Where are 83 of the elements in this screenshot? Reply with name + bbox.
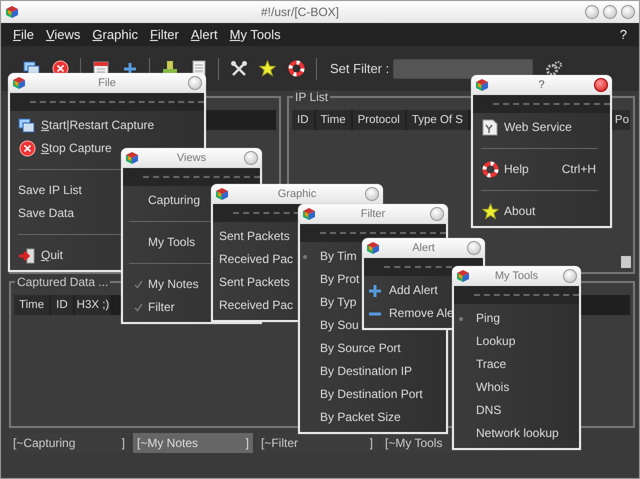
star-icon	[259, 60, 276, 77]
menu-item[interactable]: Help Ctrl+H	[481, 158, 598, 181]
menu-item[interactable]: ?	[614, 27, 633, 42]
window-title: Alert	[411, 242, 436, 254]
filter-input[interactable]	[393, 58, 534, 78]
menu-item[interactable]: By Tim	[314, 245, 359, 268]
menu-item[interactable]: Capturing	[129, 189, 202, 212]
menu-item[interactable]: Sent Packets	[219, 271, 292, 294]
cube-icon	[456, 269, 470, 283]
menu-item[interactable]: About	[481, 200, 538, 223]
help-icon	[482, 161, 498, 178]
menu-item[interactable]: Start|Restart Capture	[18, 114, 156, 137]
menu-item[interactable]: Trace	[470, 353, 508, 376]
menu-item[interactable]: My Notes	[129, 273, 201, 296]
menu-item[interactable]: Alert	[184, 27, 224, 42]
menu-item[interactable]: Save IP List	[18, 179, 84, 202]
window-title: My Tools	[494, 270, 540, 282]
column-header[interactable]: Type Of S	[406, 110, 468, 130]
capture-screens-icon	[18, 118, 36, 134]
plus-icon	[122, 62, 136, 76]
gear-icon	[545, 60, 564, 78]
stop-icon	[18, 140, 36, 157]
column-header[interactable]: Po	[612, 110, 630, 130]
menu-item[interactable]: Web Service	[481, 116, 574, 139]
cube-icon	[125, 151, 139, 165]
column-header[interactable]: ID	[51, 295, 73, 315]
menu-item[interactable]: Sent Packets	[219, 225, 292, 248]
star-icon	[482, 203, 498, 220]
menu-item[interactable]: By Packet Size	[314, 406, 403, 429]
cube-icon	[302, 207, 316, 221]
window-title: #!/usr/[C-BOX]	[260, 5, 340, 19]
menu-item[interactable]: By Sou	[314, 314, 361, 337]
window-title: Views	[176, 152, 208, 164]
menu-item[interactable]: Lookup	[470, 330, 518, 353]
menu-item[interactable]: By Source Port	[314, 337, 403, 360]
menu-item[interactable]: By Destination IP	[314, 360, 414, 383]
cube-icon	[5, 5, 19, 19]
window-title: Filter	[360, 208, 386, 220]
column-header[interactable]: Protocol	[352, 110, 405, 130]
close-button[interactable]	[594, 78, 608, 92]
plus-icon	[368, 284, 382, 298]
column-header[interactable]: Time	[14, 295, 50, 315]
menu-item[interactable]: Stop Capture	[18, 137, 114, 160]
status-field[interactable]: [~My Notes ]	[133, 433, 253, 453]
menu-item[interactable]: File	[7, 27, 40, 42]
help-icon	[288, 60, 305, 77]
panel-title: Captured Data ...	[15, 275, 110, 289]
column-header[interactable]: ID	[292, 110, 314, 130]
filter-label: Set Filter :	[330, 61, 390, 76]
exit-door-icon	[18, 248, 36, 264]
menu-item[interactable]: By Prot	[314, 268, 362, 291]
tools-icon	[230, 60, 248, 78]
minimize-button[interactable]	[585, 5, 599, 19]
menu-item[interactable]: Add Alert	[366, 279, 440, 302]
menu-item[interactable]: Graphic	[86, 27, 144, 42]
shortcut-label: Ctrl+H	[560, 161, 596, 178]
column-header[interactable]: H3X ;)	[74, 295, 110, 315]
window-title: ?	[537, 79, 546, 91]
cube-icon	[475, 78, 489, 92]
maximize-button[interactable]	[603, 5, 617, 19]
cube-icon	[366, 241, 380, 255]
menu-item[interactable]: Filter	[144, 27, 185, 42]
window-title: File	[97, 77, 117, 89]
menu-item[interactable]: Whois	[470, 376, 512, 399]
cube-icon	[12, 76, 26, 90]
cube-icon	[215, 187, 229, 201]
menu-item[interactable]: My Tools	[129, 231, 198, 254]
menu-item[interactable]: Ping	[470, 307, 502, 330]
menu-item[interactable]: DNS	[470, 399, 504, 422]
menu-item[interactable]: Save Data	[18, 202, 76, 225]
panel-title: IP List	[293, 90, 330, 104]
menu-item[interactable]: Filter	[129, 296, 177, 319]
toolbar-button[interactable]	[545, 60, 564, 78]
menu-item[interactable]: Quit	[18, 244, 66, 267]
menu-item[interactable]: Received Pac	[219, 248, 296, 271]
menu-item[interactable]: Views	[40, 27, 86, 42]
document-icon	[482, 119, 498, 136]
column-header[interactable]: Time	[316, 110, 351, 130]
menu-item[interactable]: By Typ	[314, 291, 358, 314]
menu-item[interactable]: By Destination Port	[314, 383, 425, 406]
window-title: Graphic	[276, 188, 318, 200]
menu-item[interactable]: Received Pac	[219, 294, 296, 317]
menu-item[interactable]: My Tools	[224, 27, 287, 42]
